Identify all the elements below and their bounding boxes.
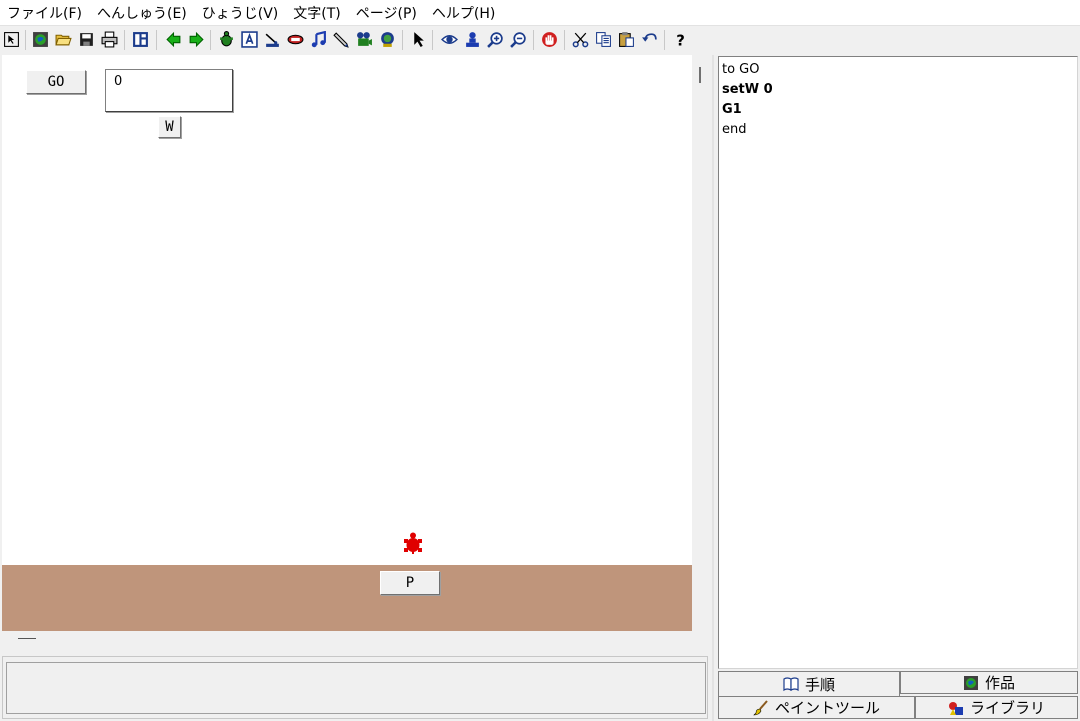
ground-area: P (2, 565, 692, 631)
zoom-in-icon[interactable] (485, 29, 506, 50)
w-button[interactable]: W (158, 116, 181, 138)
stamp-person-icon[interactable] (462, 29, 483, 50)
toolbar: ? (0, 27, 1080, 53)
menu-page[interactable]: ページ(P) (356, 3, 417, 23)
print-icon[interactable] (99, 29, 120, 50)
paintbrush-icon (753, 699, 768, 715)
shapes-icon (948, 701, 963, 715)
scrollbar-handle[interactable] (699, 67, 701, 83)
music-note-icon[interactable] (308, 29, 329, 50)
tab-procedures-label: 手順 (804, 675, 835, 694)
turtle-tool-icon[interactable] (216, 29, 237, 50)
next-page-icon[interactable] (186, 29, 207, 50)
button-tool-icon[interactable] (285, 29, 306, 50)
code-line: to GO (722, 62, 760, 77)
p-button[interactable]: P (380, 571, 440, 595)
movie-icon[interactable] (354, 29, 375, 50)
zoom-out-icon[interactable] (508, 29, 529, 50)
stop-hand-icon[interactable] (539, 29, 560, 50)
panel-splitter[interactable] (712, 55, 714, 721)
menu-view[interactable]: ひょうじ(V) (202, 3, 279, 23)
book-icon (783, 677, 799, 692)
menu-edit[interactable]: へんしゅう(E) (97, 3, 187, 23)
text-box-icon[interactable] (239, 29, 260, 50)
tab-paint-tool-label: ペイントツール (774, 699, 880, 717)
menu-bar: ファイル(F) へんしゅう(E) ひょうじ(V) 文字(T) ページ(P) ヘル… (0, 0, 1080, 26)
scissors-icon[interactable] (570, 29, 591, 50)
value-textbox[interactable]: 0 (105, 69, 233, 112)
prev-page-icon[interactable] (163, 29, 184, 50)
tab-works-label: 作品 (984, 674, 1015, 692)
copy-icon[interactable] (593, 29, 614, 50)
open-folder-icon[interactable] (53, 29, 74, 50)
select-arrow-icon[interactable] (1, 29, 22, 50)
message-area (2, 656, 708, 719)
message-box (6, 662, 706, 714)
tab-library-label: ライブラリ (969, 699, 1045, 717)
menu-text[interactable]: 文字(T) (293, 3, 340, 23)
tab-works[interactable]: 作品 (900, 671, 1078, 694)
menu-help[interactable]: ヘルプ(H) (432, 3, 495, 23)
help-question-icon[interactable]: ? (670, 29, 691, 50)
menu-file[interactable]: ファイル(F) (7, 3, 82, 23)
stamp-icon[interactable] (377, 29, 398, 50)
tab-paint-tool[interactable]: ペイントツール (718, 696, 915, 719)
project-globe-icon[interactable] (30, 29, 51, 50)
save-disk-icon[interactable] (76, 29, 97, 50)
undo-icon[interactable] (639, 29, 660, 50)
code-line: G1 (722, 102, 742, 117)
code-line: end (722, 122, 747, 137)
procedure-editor[interactable]: to GO setW 0 G1 end (718, 56, 1078, 669)
slider-tool-icon[interactable] (262, 29, 283, 50)
page-layout-icon[interactable] (130, 29, 151, 50)
turtle-sprite[interactable] (401, 531, 425, 555)
tab-library[interactable]: ライブラリ (915, 696, 1078, 719)
stage-canvas[interactable]: GO 0 W P (2, 55, 692, 631)
globe-icon (963, 675, 978, 690)
paste-icon[interactable] (616, 29, 637, 50)
tab-procedures[interactable]: 手順 (718, 671, 900, 696)
go-button[interactable]: GO (26, 70, 86, 94)
divider-mark (18, 638, 36, 639)
code-line: setW 0 (722, 82, 773, 97)
svg-text:?: ? (676, 31, 685, 48)
eye-icon[interactable] (439, 29, 460, 50)
pointer-icon[interactable] (408, 29, 429, 50)
pencil-paint-icon[interactable] (331, 29, 352, 50)
